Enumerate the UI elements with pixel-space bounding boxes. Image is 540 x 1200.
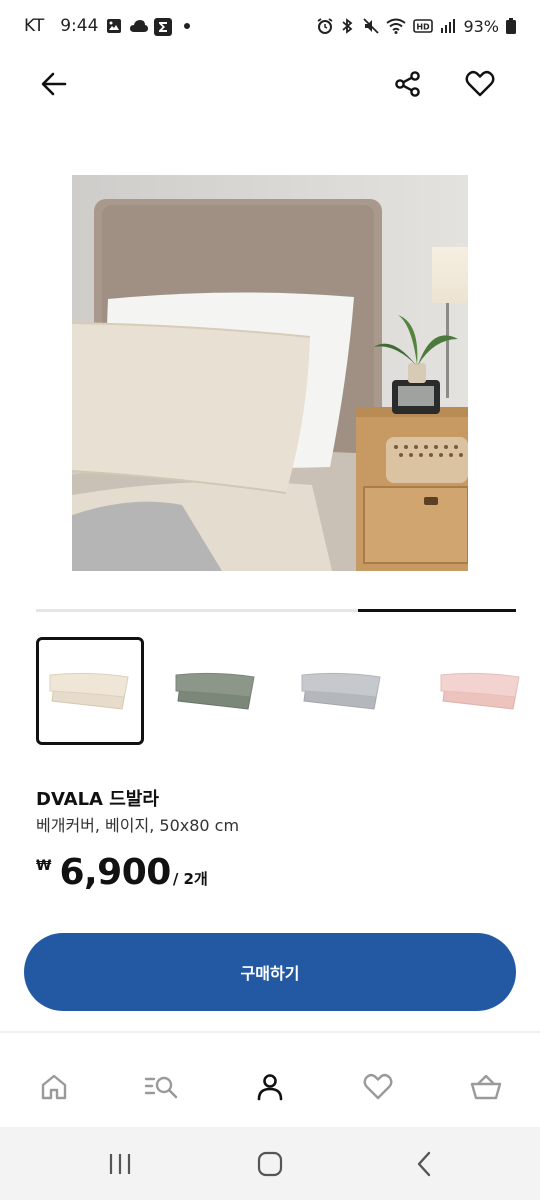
basket-icon [470,1074,502,1100]
nav-wishlist[interactable] [358,1067,398,1107]
wifi-icon [386,18,407,34]
home-system-button[interactable] [248,1147,292,1181]
heart-outline-icon [465,70,495,97]
nav-search[interactable] [140,1067,184,1107]
profile-icon [257,1074,283,1101]
price-value: 6,900 [59,852,171,893]
more-notifications-dot-icon [184,23,191,29]
nav-profile[interactable] [250,1067,290,1107]
share-button[interactable] [386,62,430,106]
back-system-button[interactable] [402,1147,446,1181]
bluetooth-icon [340,18,356,34]
carrier-label: KT [24,16,45,36]
back-button[interactable] [32,62,76,106]
buy-button-label: 구매하기 [240,964,300,983]
price-currency: ₩ [36,858,52,874]
gallery-progress-track [36,609,516,612]
green-pillowcase-thumbnail [175,672,255,710]
sigma-notification-icon [154,18,173,36]
nav-basket[interactable] [466,1067,506,1107]
arrow-left-icon [41,72,67,96]
gallery-progress-fill [358,609,516,612]
variant-thumb-green[interactable] [162,637,270,745]
alarm-icon [317,18,333,34]
product-description: 베개커버, 베이지, 50x80 cm [36,816,240,835]
cloud-notification-icon [130,18,149,34]
back-chevron-icon [417,1151,431,1177]
home-icon [41,1074,67,1100]
home-button-icon [257,1151,283,1177]
search-list-icon [144,1076,178,1099]
variant-thumb-beige[interactable] [36,637,144,745]
variant-thumb-grey[interactable] [288,637,396,745]
battery-icon [506,18,516,34]
svg-text:HD: HD [417,23,431,32]
status-left: KT 9:44 [24,16,191,36]
price: ₩ 6,900 / 2개 [36,852,208,893]
product-image[interactable] [72,175,468,571]
battery-percent: 93% [463,16,499,36]
clock: 9:44 [60,16,99,36]
recent-apps-icon [109,1154,131,1174]
pink-pillowcase-thumbnail [440,672,520,710]
nav-home[interactable] [34,1067,74,1107]
status-right: HD 93% [317,17,516,36]
share-icon [395,71,420,97]
beige-pillowcase-thumbnail [49,672,129,710]
grey-pillowcase-thumbnail [301,672,381,710]
mute-icon [363,18,380,34]
section-divider [0,1031,540,1033]
system-nav-bar [0,1127,540,1200]
status-bar: KT 9:44 HD 93% [0,0,540,52]
wishlist-heart-icon [363,1073,393,1100]
hd-voice-icon: HD [413,18,434,34]
app-header [0,52,540,112]
gallery-notification-icon [106,18,122,34]
bottom-nav [0,1045,540,1127]
color-variant-list [36,637,540,747]
favorite-button[interactable] [458,62,502,106]
variant-thumb-pink[interactable] [426,637,536,745]
recent-apps-button[interactable] [98,1147,142,1181]
price-unit: / 2개 [172,870,208,888]
buy-button[interactable]: 구매하기 [24,933,516,1011]
product-photo-bed-pillows [72,175,468,571]
signal-icon [440,18,456,34]
product-name: DVALA 드발라 [36,789,159,810]
